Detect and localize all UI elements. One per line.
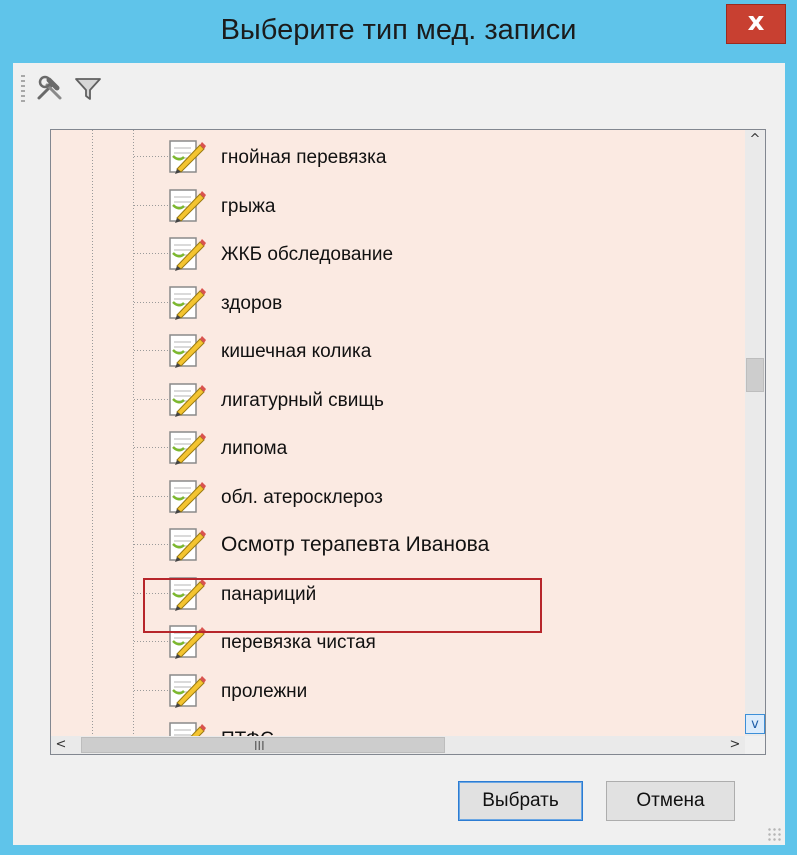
edit-record-icon — [167, 233, 207, 273]
edit-record-icon — [167, 185, 207, 225]
tree-item[interactable]: липома — [167, 425, 727, 473]
toolbar-grip[interactable] — [21, 75, 25, 103]
tree-item-label: липома — [221, 438, 288, 459]
horizontal-scroll-thumb[interactable]: III — [81, 737, 445, 753]
tree-connector-line — [134, 350, 168, 351]
tree-connector-line — [134, 544, 168, 545]
cancel-button[interactable]: Отмена — [606, 781, 735, 821]
tree-item-label: пролежни — [221, 680, 308, 702]
tree-item[interactable]: кишечная колика — [167, 328, 727, 376]
scrollbar-corner — [745, 736, 765, 754]
select-button[interactable]: Выбрать — [458, 781, 583, 821]
edit-record-icon — [167, 330, 207, 370]
scroll-left-button[interactable]: < — [51, 736, 71, 754]
tree-item[interactable]: здоров — [167, 280, 727, 328]
edit-record-icon — [167, 524, 207, 564]
tree-item[interactable]: лигатурный свищь — [167, 377, 727, 425]
tree-item-label: лигатурный свищь — [221, 389, 384, 411]
tree-item[interactable]: ЖКБ обследование — [167, 231, 727, 279]
selected-item-highlight — [143, 578, 542, 633]
tools-icon[interactable] — [33, 71, 67, 105]
tree-connector-line — [134, 447, 168, 448]
vertical-scroll-thumb[interactable] — [746, 358, 764, 392]
edit-record-icon — [167, 379, 207, 419]
vertical-scrollbar[interactable]: ^ v — [745, 130, 765, 736]
tree-item-label: Осмотр терапевта Иванова — [221, 533, 490, 556]
scroll-up-button[interactable]: ^ — [745, 130, 765, 150]
filter-icon[interactable] — [71, 71, 105, 105]
scroll-right-button[interactable]: > — [725, 736, 745, 754]
edit-record-icon — [167, 476, 207, 516]
tree-item-label: грыжа — [221, 195, 276, 217]
tree-connector-line — [134, 156, 168, 157]
record-type-tree[interactable]: гнойная перевязка грыжа ЖКБ обследование зд… — [50, 129, 766, 755]
close-icon: x — [747, 7, 765, 37]
tree-item-label: гнойная перевязка — [221, 147, 387, 168]
edit-record-icon — [167, 136, 207, 176]
tree-item-label: перевязка чистая — [221, 632, 376, 653]
tree-item-label: ЖКБ обследование — [221, 244, 394, 265]
window-title: Выберите тип мед. записи — [220, 14, 577, 46]
title-bar[interactable]: Выберите тип мед. записи x — [0, 0, 797, 62]
edit-record-icon — [167, 670, 207, 710]
toolbar — [13, 63, 785, 113]
tree-guide-line — [133, 130, 134, 736]
dialog-window: Выберите тип мед. записи x гнойная перев… — [0, 0, 797, 855]
tree-item-label: обл. атеросклероз — [221, 486, 383, 508]
edit-record-icon — [167, 282, 207, 322]
tree-connector-line — [134, 253, 168, 254]
tree-item-label: кишечная колика — [221, 341, 372, 362]
tree-item[interactable]: Осмотр терапевта Иванова — [167, 522, 727, 570]
tree-guide-line — [92, 130, 93, 736]
tree-connector-line — [134, 301, 168, 303]
tree-item[interactable]: пролежни — [167, 668, 727, 716]
tree-item[interactable]: обл. атеросклероз — [167, 474, 727, 522]
resize-grip[interactable] — [767, 827, 781, 841]
tree-connector-line — [134, 689, 168, 691]
horizontal-scrollbar[interactable]: < III > — [51, 736, 745, 754]
tree-connector-line — [134, 204, 168, 206]
edit-record-icon — [167, 427, 207, 467]
scroll-down-button[interactable]: v — [745, 714, 765, 734]
tree-connector-line — [134, 495, 168, 497]
tree-item[interactable]: гнойная перевязка — [167, 134, 727, 182]
scroll-thumb-grip: III — [254, 739, 265, 753]
tree-connector-line — [134, 641, 168, 642]
tree-connector-line — [134, 398, 168, 400]
tree-item-label: здоров — [221, 292, 283, 314]
tree-item[interactable]: грыжа — [167, 183, 727, 231]
close-button[interactable]: x — [726, 4, 786, 44]
dialog-client-area: гнойная перевязка грыжа ЖКБ обследование зд… — [13, 63, 785, 845]
